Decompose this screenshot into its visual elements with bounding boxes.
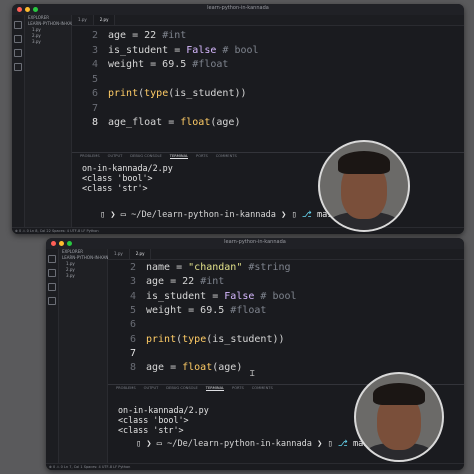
panel-tab-debug-console[interactable]: DEBUG CONSOLE [130, 154, 161, 159]
tab-2py[interactable]: 2.py [93, 15, 116, 25]
search-icon[interactable] [14, 35, 22, 43]
editor-tabs: 1.py 2.py [108, 249, 464, 260]
panel-tab-terminal[interactable]: TERMINAL [205, 386, 225, 391]
terminal-line: on-in-kannada/2.py [82, 163, 173, 173]
panel-tab-output[interactable]: OUTPUT [144, 386, 159, 391]
files-icon[interactable] [48, 255, 56, 263]
tab-1py[interactable]: 1.py [108, 249, 130, 259]
terminal-prompt[interactable]: ▯ ❯ ▭ ~/De/learn-python-in-kannada ❯ ▯ ⎇… [136, 439, 374, 450]
panel-tab-ports[interactable]: PORTS [196, 154, 208, 159]
folder-icon: ▭ [120, 210, 126, 220]
explorer-file[interactable]: 3.py [59, 273, 107, 279]
panel-tab-debug-console[interactable]: DEBUG CONSOLE [166, 386, 197, 391]
branch-icon: ⎇ [301, 210, 312, 220]
line-number: 8 [91, 117, 98, 128]
explorer-panel: EXPLORER LEARN-PYTHON-IN-KANNADA 1.py 2.… [59, 249, 120, 464]
panel-tab-comments[interactable]: COMMENTS [252, 386, 273, 391]
terminal-line: <class 'str'> [118, 425, 184, 435]
panel-tab-ports[interactable]: PORTS [232, 386, 244, 391]
panel-tabs: PROBLEMS OUTPUT DEBUG CONSOLE TERMINAL PORTS… [116, 386, 273, 391]
activity-bar [12, 15, 25, 228]
apple-icon: ▯ [100, 210, 106, 220]
git-icon: ▯ [327, 439, 333, 449]
terminal-line: <class 'bool'> [118, 415, 189, 425]
webcam-overlay [318, 140, 410, 232]
panel-tab-problems[interactable]: PROBLEMS [116, 386, 136, 391]
extensions-icon[interactable] [14, 63, 22, 71]
window-title[interactable]: learn-python-in-kannada [12, 5, 464, 11]
source-control-icon[interactable] [14, 49, 22, 57]
activity-bar [46, 249, 59, 464]
panel-tab-problems[interactable]: PROBLEMS [80, 154, 100, 159]
branch-icon: ⎇ [337, 439, 348, 449]
source-control-icon[interactable] [48, 283, 56, 291]
terminal-line: <class 'str'> [82, 183, 148, 193]
presenter-hair [337, 150, 391, 174]
line-number: 8 [129, 362, 136, 374]
git-icon: ▯ [291, 210, 297, 220]
files-icon[interactable] [14, 21, 22, 29]
title-bar: learn-python-in-kannada [46, 238, 464, 249]
prompt-directory: ~/De/learn-python-in-kannada [167, 439, 312, 449]
explorer-file[interactable]: 3.py [25, 39, 71, 45]
webcam-overlay [354, 372, 444, 462]
terminal-line: on-in-kannada/2.py [118, 405, 209, 415]
terminal-line: <class 'bool'> [82, 173, 153, 183]
code-text: age_float = float(age) [108, 117, 241, 128]
editor-tabs: 1.py 2.py [72, 15, 464, 26]
folder-icon: ▭ [156, 439, 162, 449]
search-icon[interactable] [48, 269, 56, 277]
window-title[interactable]: learn-python-in-kannada [46, 239, 464, 245]
code-line[interactable]: 8 age_float = float(age) [84, 115, 464, 131]
extensions-icon[interactable] [48, 297, 56, 305]
panel-tab-comments[interactable]: COMMENTS [216, 154, 237, 159]
explorer-panel: EXPLORER LEARN-PYTHON-IN-KANNADA 1.py 2.… [25, 15, 86, 228]
panel-tab-output[interactable]: OUTPUT [108, 154, 123, 159]
code-editor[interactable]: 2 age = 22 #int 3 is_student = False # bool… [84, 28, 464, 148]
code-editor[interactable]: Ɪ 2 name = "chandan" #string 3 age = 22 #in… [122, 260, 464, 384]
title-bar: learn-python-in-kannada [12, 4, 464, 15]
prompt-directory: ~/De/learn-python-in-kannada [131, 210, 276, 220]
apple-icon: ▯ [136, 439, 142, 449]
tab-2py[interactable]: 2.py [129, 249, 152, 259]
presenter-hair [373, 382, 425, 405]
terminal-prompt[interactable]: ▯ ❯ ▭ ~/De/learn-python-in-kannada ❯ ▯ ⎇… [100, 210, 338, 221]
panel-tabs: PROBLEMS OUTPUT DEBUG CONSOLE TERMINAL PORTS… [80, 154, 237, 159]
panel-tab-terminal[interactable]: TERMINAL [169, 154, 189, 159]
tab-1py[interactable]: 1.py [72, 15, 94, 25]
status-bar: ⊗ 0 ⚠ 0 Ln 7, Col 1 Spaces: 4 UTF-8 LF P… [46, 463, 464, 470]
code-text: age = float(age) [146, 362, 243, 374]
